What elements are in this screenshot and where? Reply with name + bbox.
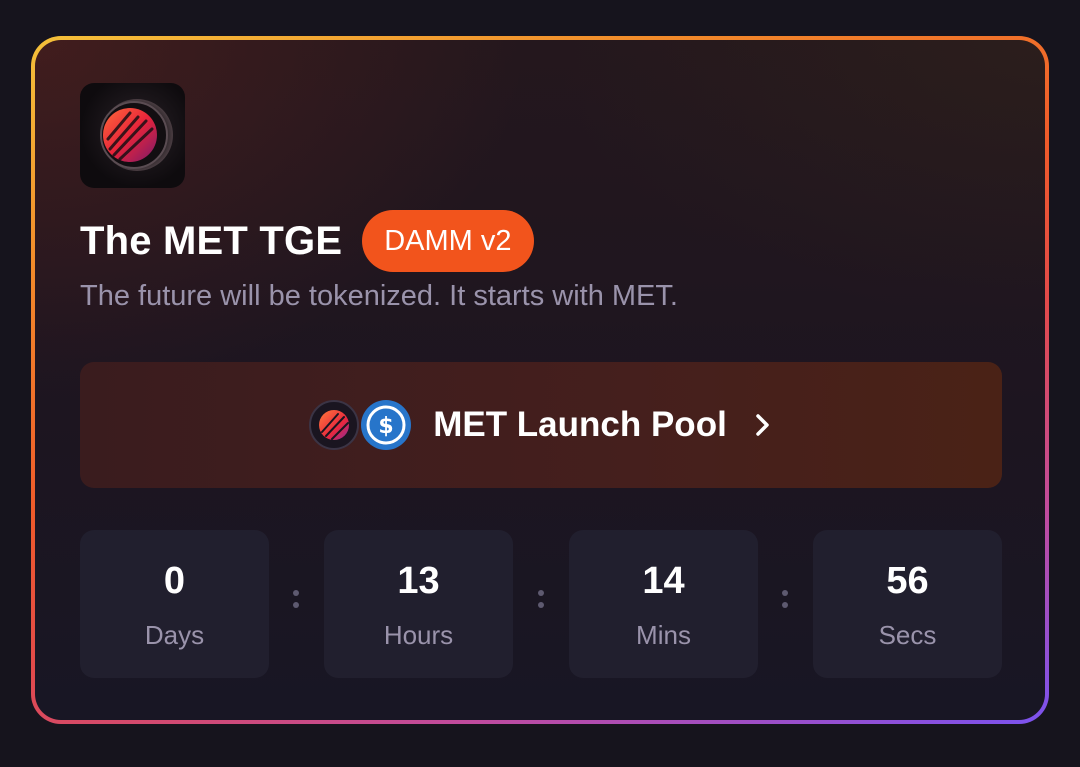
countdown-timer: 0 Days 13 Hours 14 Mins 56 Secs: [80, 530, 1002, 678]
page-title: The MET TGE: [80, 218, 343, 263]
hours-value: 13: [397, 560, 440, 602]
version-badge: DAMM v2: [362, 210, 534, 272]
met-launch-pool-button[interactable]: $ MET Launch Pool: [80, 362, 1002, 488]
met-token-icon: [309, 400, 360, 450]
secs-value: 56: [886, 560, 929, 602]
hours-label: Hours: [383, 620, 454, 650]
separator-colon: [292, 584, 300, 624]
countdown-hours: 13 Hours: [324, 530, 513, 678]
subtitle: The future will be tokenized. It starts …: [80, 280, 678, 312]
countdown-days: 0 Days: [80, 530, 269, 678]
countdown-secs: 56 Secs: [813, 530, 1002, 678]
secs-label: Secs: [878, 620, 937, 650]
countdown-mins: 14 Mins: [569, 530, 758, 678]
days-value: 0: [163, 560, 186, 602]
chevron-right-icon: [753, 411, 773, 439]
title-row: The MET TGE DAMM v2: [80, 210, 534, 272]
met-logo-icon: [80, 83, 185, 188]
pool-label: MET Launch Pool: [433, 405, 727, 444]
mins-value: 14: [642, 560, 685, 602]
pool-button-content: $ MET Launch Pool: [309, 400, 773, 450]
separator-colon: [781, 584, 789, 624]
days-label: Days: [144, 620, 205, 650]
mins-label: Mins: [636, 620, 691, 650]
svg-text:$: $: [379, 414, 394, 439]
usdc-token-icon: $: [361, 400, 412, 450]
separator-colon: [537, 584, 545, 624]
tge-card: The MET TGE DAMM v2 The future will be t…: [35, 40, 1045, 720]
tge-card-border: The MET TGE DAMM v2 The future will be t…: [31, 36, 1049, 724]
